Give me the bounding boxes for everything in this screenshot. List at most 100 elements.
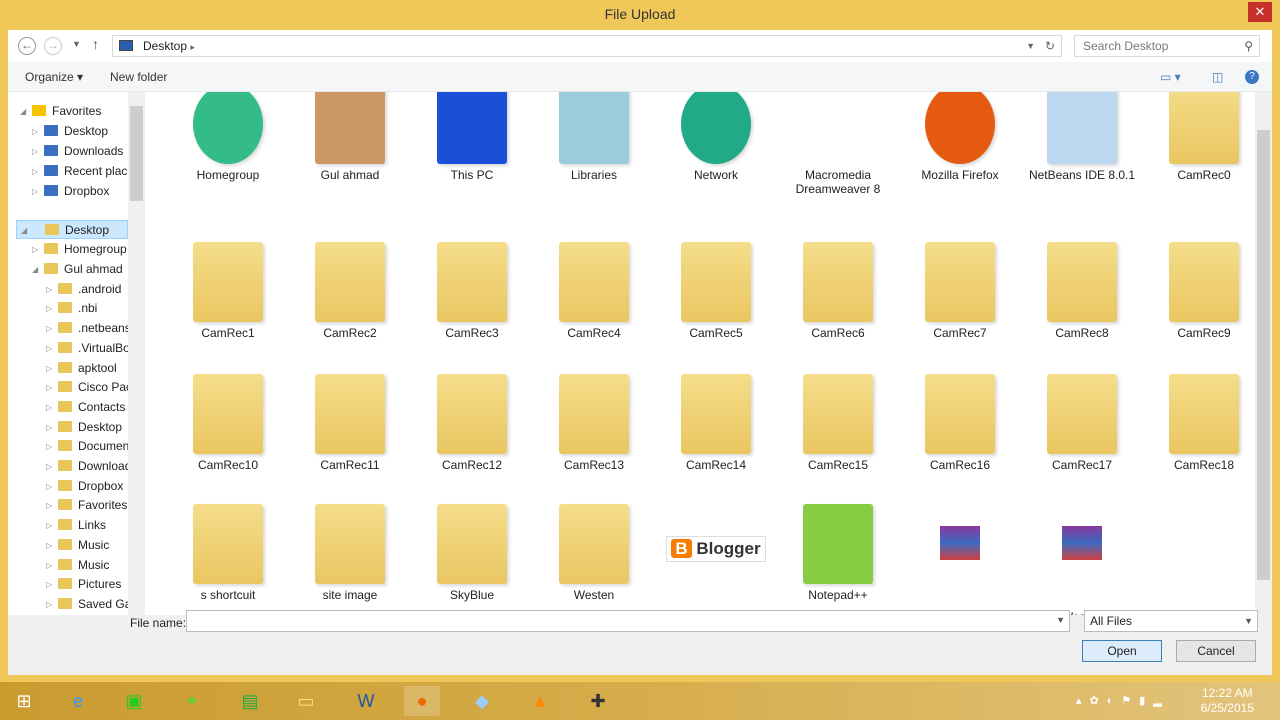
collapsed-arrow-icon[interactable]: ▷ xyxy=(46,299,52,318)
collapsed-arrow-icon[interactable]: ▷ xyxy=(46,516,52,535)
file-item[interactable]: Notepad++ xyxy=(783,504,893,602)
file-item[interactable]: CamRec1 xyxy=(173,242,283,340)
file-item[interactable]: CamRec12 xyxy=(417,374,527,472)
file-item[interactable]: CamRec18 xyxy=(1149,374,1258,472)
file-item[interactable]: CamRec16 xyxy=(905,374,1015,472)
collapsed-arrow-icon[interactable]: ▷ xyxy=(46,575,52,594)
collapsed-arrow-icon[interactable]: ▷ xyxy=(46,339,52,358)
file-item[interactable]: Westen xyxy=(1027,504,1137,624)
collapsed-arrow-icon[interactable]: ▷ xyxy=(46,477,52,496)
tree-item[interactable]: ▷apktool xyxy=(58,359,117,378)
store-icon[interactable]: ▣ xyxy=(116,686,152,716)
recent-dropdown-icon[interactable]: ▼ xyxy=(72,39,81,49)
firefox-icon[interactable]: ● xyxy=(404,686,440,716)
search-input[interactable]: Search Desktop⚲ xyxy=(1074,35,1260,57)
file-type-select[interactable]: All Files▼ xyxy=(1084,610,1258,632)
organize-button[interactable]: Organize ▾ xyxy=(25,70,83,84)
tree-item[interactable]: ▷Downloads xyxy=(44,142,123,161)
file-item[interactable]: site image xyxy=(295,504,405,602)
file-item[interactable]: SkyBlue xyxy=(905,504,1015,624)
file-item[interactable]: Network xyxy=(661,92,771,182)
file-item[interactable]: Libraries xyxy=(539,92,649,182)
file-item[interactable]: Westen xyxy=(539,504,649,602)
tree-item[interactable]: ▷Music xyxy=(58,536,109,555)
up-arrow-icon[interactable]: ↑ xyxy=(92,36,99,52)
file-item[interactable]: CamRec9 xyxy=(1149,242,1258,340)
expanded-arrow-icon[interactable]: ◢ xyxy=(32,260,38,279)
file-item[interactable]: CamRec7 xyxy=(905,242,1015,340)
collapsed-arrow-icon[interactable]: ▷ xyxy=(46,398,52,417)
word-icon[interactable]: W xyxy=(348,686,384,716)
refresh-icon[interactable]: ↻ xyxy=(1045,36,1055,56)
collapsed-arrow-icon[interactable]: ▷ xyxy=(46,359,52,378)
collapsed-arrow-icon[interactable]: ▷ xyxy=(46,536,52,555)
expanded-arrow-icon[interactable]: ◢ xyxy=(20,102,26,121)
file-item[interactable]: CamRec8 xyxy=(1027,242,1137,340)
open-button[interactable]: Open xyxy=(1082,640,1162,662)
collapsed-arrow-icon[interactable]: ▷ xyxy=(32,162,38,181)
collapsed-arrow-icon[interactable]: ▷ xyxy=(46,457,52,476)
tree-item[interactable]: ◢Desktop xyxy=(16,220,128,239)
expanded-arrow-icon[interactable]: ◢ xyxy=(21,221,27,240)
tree-item[interactable]: ▷.android xyxy=(58,280,121,299)
start-windows-icon[interactable]: ⊞ xyxy=(6,686,42,716)
collapsed-arrow-icon[interactable]: ▷ xyxy=(46,595,52,614)
system-tray-icons[interactable]: ▴✿◐⚑▮▂ xyxy=(1076,694,1170,707)
cancel-button[interactable]: Cancel xyxy=(1176,640,1256,662)
file-item[interactable]: CamRec4 xyxy=(539,242,649,340)
forward-button[interactable]: → xyxy=(44,37,62,55)
parrot-app-icon[interactable]: ✦ xyxy=(174,686,210,716)
tree-item[interactable]: ▷Downloads xyxy=(58,457,137,476)
chevron-down-icon[interactable]: ▼ xyxy=(1056,615,1065,625)
file-item[interactable]: s shortcuit xyxy=(173,504,283,602)
file-item[interactable]: CamRec6 xyxy=(783,242,893,340)
collapsed-arrow-icon[interactable]: ▷ xyxy=(32,240,38,259)
file-scrollbar[interactable] xyxy=(1255,92,1272,632)
tree-item[interactable]: ▷Links xyxy=(58,516,106,535)
tree-item[interactable]: ◢Gul ahmad xyxy=(44,260,123,279)
file-explorer-icon[interactable]: ▭ xyxy=(288,686,324,716)
tree-item[interactable]: ◢Favorites xyxy=(32,102,101,121)
file-name-input[interactable]: ▼ xyxy=(186,610,1070,632)
file-item[interactable]: NetBeans IDE 8.0.1 xyxy=(1027,92,1137,182)
help-icon[interactable]: ? xyxy=(1245,70,1259,84)
collapsed-arrow-icon[interactable]: ▷ xyxy=(46,378,52,397)
tree-item[interactable]: ▷Dropbox xyxy=(58,477,123,496)
file-item[interactable]: CamRec15 xyxy=(783,374,893,472)
collapsed-arrow-icon[interactable]: ▷ xyxy=(46,496,52,515)
file-item[interactable]: CamRec0 xyxy=(1149,92,1258,182)
tree-item[interactable]: ▷Dropbox xyxy=(44,182,109,201)
collapsed-arrow-icon[interactable]: ▷ xyxy=(46,280,52,299)
file-item[interactable]: Macromedia Dreamweaver 8 xyxy=(783,92,893,196)
file-item[interactable]: CamRec14 xyxy=(661,374,771,472)
file-item[interactable]: CamRec10 xyxy=(173,374,283,472)
view-options-icon[interactable]: ▭ ▾ xyxy=(1160,70,1181,84)
file-item[interactable]: Homegroup xyxy=(173,92,283,182)
file-item[interactable]: Mozilla Firefox xyxy=(905,92,1015,182)
file-item[interactable]: CamRec3 xyxy=(417,242,527,340)
back-button[interactable]: ← xyxy=(18,37,36,55)
file-item[interactable]: CamRec17 xyxy=(1027,374,1137,472)
tree-item[interactable]: ▷Music xyxy=(58,556,109,575)
clock[interactable]: 12:22 AM6/25/2015 xyxy=(1201,686,1254,716)
tree-item[interactable]: ▷.VirtualBox xyxy=(58,339,136,358)
file-item[interactable]: CamRec2 xyxy=(295,242,405,340)
tree-item[interactable]: ▷Pictures xyxy=(58,575,121,594)
file-item[interactable]: CamRec13 xyxy=(539,374,649,472)
tree-item[interactable]: ▷Favorites xyxy=(58,496,127,515)
packet-tracer-icon[interactable]: ✚ xyxy=(580,686,616,716)
file-item[interactable]: SkyBlue xyxy=(417,504,527,602)
address-bar[interactable]: Desktop ▸ ▼ ↻ xyxy=(112,35,1062,57)
collapsed-arrow-icon[interactable]: ▷ xyxy=(32,182,38,201)
tree-item[interactable]: ▷Recent places xyxy=(44,162,140,181)
collapsed-arrow-icon[interactable]: ▷ xyxy=(46,556,52,575)
file-item[interactable]: CamRec5 xyxy=(661,242,771,340)
tree-scrollbar[interactable] xyxy=(128,92,145,632)
file-item[interactable]: Gul ahmad xyxy=(295,92,405,182)
tree-item[interactable]: ▷Desktop xyxy=(44,122,108,141)
tree-item[interactable]: ▷Contacts xyxy=(58,398,125,417)
tree-item[interactable]: ▷.nbi xyxy=(58,299,97,318)
file-item[interactable]: This PC xyxy=(417,92,527,182)
tree-item[interactable]: ▷Documents xyxy=(58,437,139,456)
file-item[interactable]: CamRec11 xyxy=(295,374,405,472)
